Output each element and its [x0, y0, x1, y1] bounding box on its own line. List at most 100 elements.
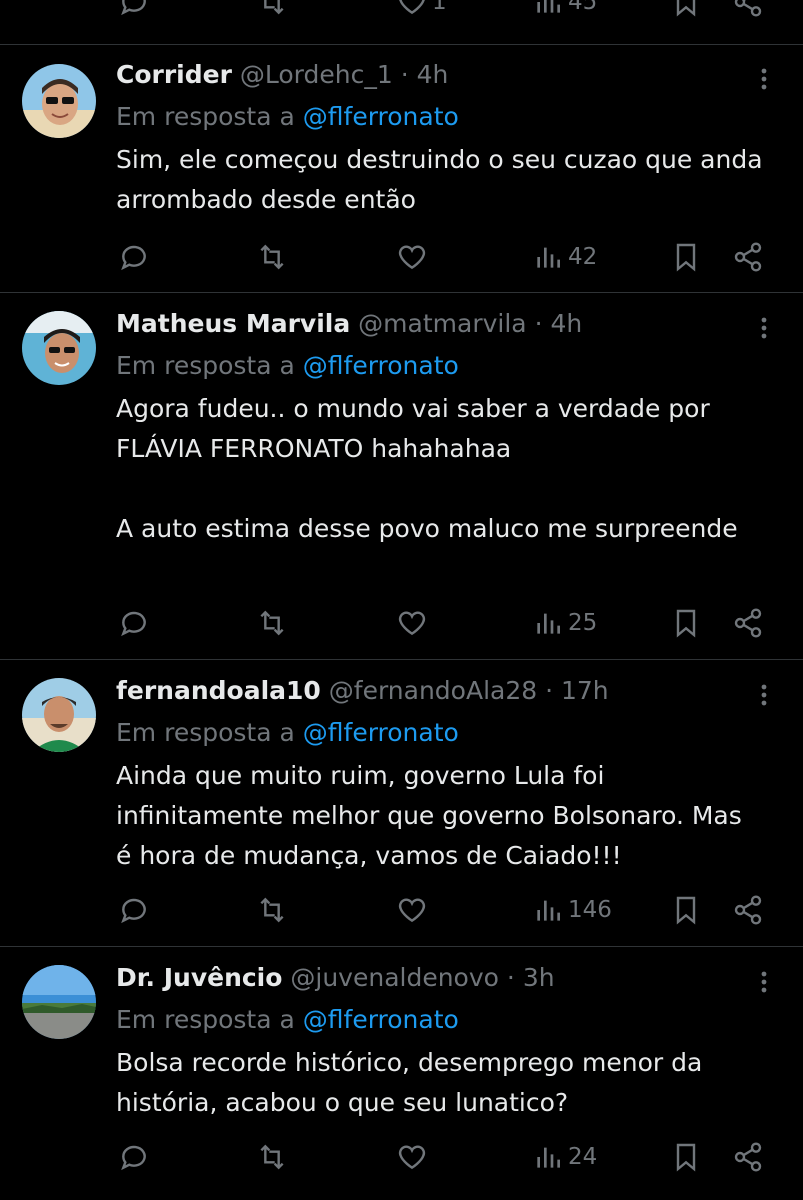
views-button[interactable]: 25 — [532, 603, 597, 643]
like-button[interactable] — [396, 603, 428, 643]
timestamp[interactable]: 3h — [523, 963, 555, 992]
repost-icon — [260, 610, 284, 636]
share-icon — [734, 1142, 762, 1172]
user-handle[interactable]: @juvenaldenovo — [290, 963, 499, 992]
view-count: 42 — [568, 244, 598, 270]
reply-tweet[interactable]: Dr. Juvêncio @juvenaldenovo · 3h Em resp… — [0, 947, 803, 1200]
views-button[interactable]: 45 — [532, 0, 597, 22]
like-button[interactable] — [396, 237, 428, 277]
like-button[interactable] — [396, 1137, 428, 1177]
heart-icon — [398, 898, 426, 923]
mention-link[interactable]: @flferronato — [303, 1005, 459, 1034]
like-button[interactable] — [396, 890, 428, 930]
more-options-button[interactable] — [751, 682, 777, 708]
views-button[interactable]: 24 — [532, 1137, 597, 1177]
reply-context: Em resposta a @flferronato — [116, 1005, 459, 1034]
view-count: 24 — [568, 1144, 598, 1170]
avatar[interactable] — [22, 965, 96, 1039]
reply-button[interactable] — [118, 0, 150, 22]
tweet-text: Bolsa recorde histórico, desemprego meno… — [116, 1048, 711, 1117]
bookmark-icon — [676, 243, 696, 272]
user-handle[interactable]: @matmarvila — [358, 309, 526, 338]
mention-link[interactable]: @flferronato — [303, 718, 459, 747]
more-options-button[interactable] — [751, 315, 777, 341]
tweet-actions: 25 — [0, 603, 803, 643]
views-button[interactable]: 42 — [532, 237, 597, 277]
bookmark-button[interactable] — [670, 0, 702, 22]
avatar[interactable] — [22, 64, 96, 138]
tweet-text: Ainda que muito ruim, governo Lula foi i… — [116, 761, 750, 870]
share-button[interactable] — [732, 0, 764, 22]
share-button[interactable] — [732, 890, 764, 930]
heart-icon — [399, 0, 425, 15]
tweet-actions: 42 — [0, 237, 803, 277]
bookmark-button[interactable] — [670, 1137, 702, 1177]
heart-icon — [398, 611, 426, 636]
analytics-icon — [537, 613, 560, 634]
analytics-icon — [537, 0, 560, 13]
repost-button[interactable] — [256, 890, 288, 930]
more-icon — [761, 971, 767, 993]
user-handle[interactable]: @Lordehc_1 — [240, 60, 393, 89]
bookmark-icon — [676, 0, 696, 17]
tweet-actions: 24 — [0, 1137, 803, 1177]
user-handle[interactable]: @fernandoAla28 — [329, 676, 537, 705]
share-icon — [734, 242, 762, 272]
bookmark-icon — [676, 896, 696, 925]
repost-button[interactable] — [256, 0, 288, 22]
reply-context: Em resposta a @flferronato — [116, 102, 459, 131]
timestamp[interactable]: 4h — [550, 309, 582, 338]
heart-icon — [398, 1145, 426, 1170]
mention-link[interactable]: @flferronato — [303, 351, 459, 380]
analytics-icon — [537, 247, 560, 268]
reply-tweet[interactable]: Matheus Marvila @matmarvila · 4h Em resp… — [0, 293, 803, 660]
more-icon — [761, 317, 767, 339]
view-count: 146 — [568, 897, 612, 923]
analytics-icon — [537, 900, 560, 921]
repost-icon — [260, 244, 284, 270]
display-name[interactable]: Matheus Marvila — [116, 309, 350, 338]
repost-button[interactable] — [256, 237, 288, 277]
reply-button[interactable] — [118, 1137, 150, 1177]
reply-tweet[interactable]: Corrider @Lordehc_1 · 4h Em resposta a @… — [0, 44, 803, 293]
mention-link[interactable]: @flferronato — [303, 102, 459, 131]
tweet-actions: 146 — [0, 890, 803, 930]
bookmark-button[interactable] — [670, 890, 702, 930]
avatar[interactable] — [22, 678, 96, 752]
bookmark-icon — [676, 1143, 696, 1172]
avatar[interactable] — [22, 311, 96, 385]
timestamp[interactable]: 4h — [417, 60, 449, 89]
repost-button[interactable] — [256, 1137, 288, 1177]
reply-context: Em resposta a @flferronato — [116, 718, 459, 747]
more-options-button[interactable] — [751, 66, 777, 92]
share-button[interactable] — [732, 237, 764, 277]
bookmark-button[interactable] — [670, 237, 702, 277]
share-button[interactable] — [732, 603, 764, 643]
more-options-button[interactable] — [751, 969, 777, 995]
display-name[interactable]: Dr. Juvêncio — [116, 963, 282, 992]
reply-icon — [121, 0, 146, 16]
like-button[interactable]: 1 — [396, 0, 447, 22]
share-button[interactable] — [732, 1137, 764, 1177]
reply-button[interactable] — [118, 237, 150, 277]
bookmark-button[interactable] — [670, 603, 702, 643]
display-name[interactable]: Corrider — [116, 60, 232, 89]
timestamp[interactable]: 17h — [561, 676, 609, 705]
tweet-text: Agora fudeu.. o mundo vai saber a verdad… — [116, 394, 738, 543]
tweet-header: Matheus Marvila @matmarvila · 4h — [116, 309, 583, 338]
tweet-header: Dr. Juvêncio @juvenaldenovo · 3h — [116, 963, 555, 992]
share-icon — [734, 895, 762, 925]
share-icon — [734, 0, 762, 17]
repost-button[interactable] — [256, 603, 288, 643]
display-name[interactable]: fernandoala10 — [116, 676, 321, 705]
tweet-header: Corrider @Lordehc_1 · 4h — [116, 60, 449, 89]
tweet-text: Sim, ele começou destruindo o seu cuzao … — [116, 145, 771, 214]
repost-icon — [264, 0, 284, 15]
views-button[interactable]: 146 — [532, 890, 612, 930]
heart-icon — [398, 245, 426, 270]
reply-button[interactable] — [118, 890, 150, 930]
reply-button[interactable] — [118, 603, 150, 643]
reply-tweet[interactable]: fernandoala10 @fernandoAla28 · 17h Em re… — [0, 660, 803, 947]
reply-icon — [121, 245, 146, 271]
reply-icon — [121, 1145, 146, 1171]
